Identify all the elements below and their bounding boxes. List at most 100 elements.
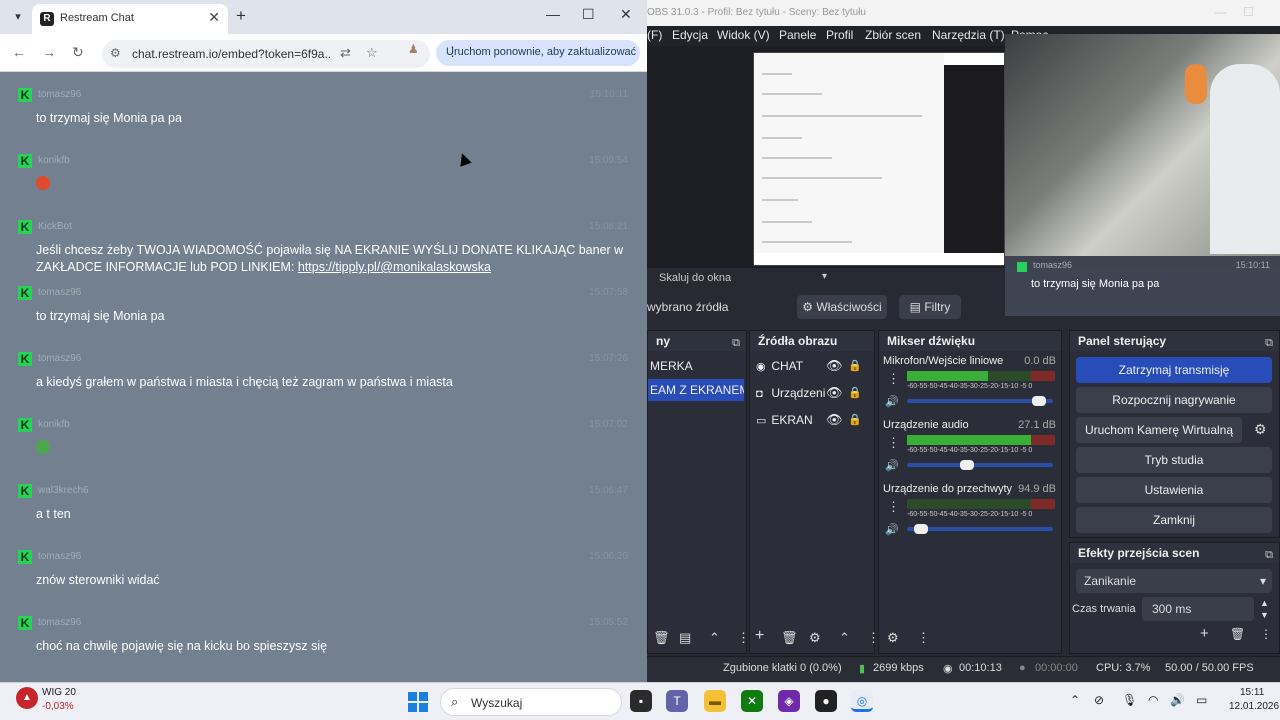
chat-username[interactable]: KickBot (38, 221, 72, 232)
obs-minimize-icon[interactable]: — (1215, 5, 1227, 19)
settings-button[interactable]: Ustawienia (1076, 477, 1272, 503)
scene-menu-icon[interactable]: ⋮ (737, 630, 750, 646)
tray-overflow-icon[interactable]: ⌃ (1070, 693, 1080, 707)
teams-icon[interactable]: T (666, 690, 688, 712)
new-tab-icon[interactable]: + (236, 6, 246, 26)
studio-mode-button[interactable]: Tryb studia (1076, 447, 1272, 473)
source-settings-icon[interactable]: ⚙ (809, 630, 821, 646)
undock-icon[interactable]: ⧉ (1265, 545, 1273, 563)
clock-date[interactable]: 12.01.2026 (1229, 701, 1279, 712)
duration-input[interactable]: 300 ms (1142, 597, 1254, 621)
duration-stepper-icon[interactable]: ▲ ▼ (1260, 597, 1269, 621)
update-button[interactable]: Uruchom ponownie, aby zaktualizować ⋮ (436, 40, 640, 66)
volume-slider[interactable] (907, 460, 1053, 470)
properties-button[interactable]: ⚙ Właściwości (797, 295, 887, 319)
site-info-icon[interactable]: ⚙ (110, 46, 121, 60)
chat-username[interactable]: tomasz96 (38, 551, 81, 562)
mixer-menu-icon[interactable]: ⋮ (917, 630, 930, 646)
chat-username[interactable]: tomasz96 (38, 287, 81, 298)
menu-item[interactable]: Widok (V) (717, 28, 770, 42)
transition-menu-icon[interactable]: ⋮ (1260, 627, 1272, 641)
widget-name[interactable]: WIG 20 (42, 687, 76, 698)
app-icon[interactable]: ◈ (778, 690, 800, 712)
address-bar[interactable]: ⚙ chat.restream.io/embed?token=6f9a... ⇄… (102, 40, 430, 68)
speaker-icon[interactable]: 🔊 (885, 459, 899, 472)
add-transition-icon[interactable]: + (1200, 625, 1209, 642)
chat-username[interactable]: konikfb (38, 155, 70, 166)
menu-item[interactable]: (F) (647, 28, 662, 42)
chat-username[interactable]: tomasz96 (38, 617, 81, 628)
extension-icon[interactable]: ♟ (408, 42, 422, 58)
lock-icon[interactable]: 🔒 (848, 355, 862, 377)
chat-username[interactable]: tomasz96 (38, 89, 81, 100)
source-screen[interactable]: ▭ EKRAN 👁 🔒 (756, 409, 866, 431)
chevron-down-icon[interactable]: ▾ (822, 271, 827, 282)
undock-icon[interactable]: ⧉ (732, 333, 740, 351)
donate-link[interactable]: https://tipply.pl/@monikalaskowska (298, 260, 491, 274)
scene-filter-icon[interactable]: ▤ (679, 630, 691, 646)
tab-search-icon[interactable]: ▾ (8, 8, 28, 26)
reload-icon[interactable]: ↻ (72, 44, 84, 61)
menu-item[interactable]: Profil (826, 28, 853, 42)
chat-username[interactable]: tomasz96 (38, 353, 81, 364)
virtual-camera-gear-icon[interactable]: ⚙ (1254, 421, 1267, 438)
translate-icon[interactable]: ⇄ (340, 45, 351, 61)
menu-item[interactable]: Edycja (672, 28, 708, 42)
scene-item[interactable]: MERKA (648, 355, 744, 377)
undock-icon[interactable]: ⧉ (1265, 333, 1273, 351)
transition-select[interactable]: Zanikanie ▾ (1076, 569, 1272, 593)
volume-knob[interactable] (960, 460, 974, 470)
volume-slider[interactable] (907, 524, 1053, 534)
visibility-eye-icon[interactable]: 👁 (826, 382, 843, 404)
menu-item[interactable]: Panele (779, 28, 816, 42)
xbox-icon[interactable]: ✕ (741, 690, 763, 712)
menu-item[interactable]: Narzędzia (T) (932, 28, 1005, 42)
url-text[interactable]: chat.restream.io/embed?token=6f9a... (132, 47, 330, 61)
channel-menu-icon[interactable]: ⋮ (887, 435, 900, 451)
visibility-eye-icon[interactable]: 👁 (826, 355, 843, 377)
volume-icon[interactable]: 🔊 (1170, 693, 1185, 707)
task-view-icon[interactable]: ▪ (630, 690, 652, 712)
stop-stream-button[interactable]: Zatrzymaj transmisję (1076, 357, 1272, 383)
obs-maximize-icon[interactable]: ☐ (1243, 5, 1254, 19)
network-off-icon[interactable]: ⊘ (1094, 693, 1104, 707)
source-menu-icon[interactable]: ⋮ (867, 630, 880, 646)
lock-icon[interactable]: 🔒 (848, 382, 862, 404)
tab-restream-chat[interactable]: R Restream Chat ✕ (32, 4, 228, 34)
source-chat[interactable]: ◉ CHAT 👁 🔒 (756, 355, 866, 377)
minimize-icon[interactable]: — (546, 6, 560, 22)
obs-icon[interactable]: ● (815, 690, 837, 712)
file-explorer-icon[interactable]: ▬ (704, 690, 726, 712)
scale-select[interactable]: Skaluj do okna (659, 272, 731, 284)
wifi-icon[interactable]: ◠ (1148, 693, 1158, 707)
scene-up-icon[interactable]: ⌃ (709, 630, 720, 646)
chrome-icon[interactable]: ◎ (851, 690, 873, 712)
remove-scene-icon[interactable]: 🗑 (653, 630, 670, 646)
start-recording-button[interactable]: Rozpocznij nagrywanie (1076, 387, 1272, 413)
menu-item[interactable]: Zbiór scen (865, 28, 921, 42)
forward-icon[interactable]: → (42, 44, 56, 60)
chat-username[interactable]: wal3krech6 (38, 485, 89, 496)
source-device[interactable]: ◘ Urządzeni 👁 🔒 (756, 382, 866, 404)
mixer-settings-icon[interactable]: ⚙ (887, 630, 899, 646)
close-tab-icon[interactable]: ✕ (208, 9, 220, 26)
filters-button[interactable]: ▤ Filtry (899, 295, 961, 319)
exit-button[interactable]: Zamknij (1076, 507, 1272, 533)
clock-time[interactable]: 15:11 (1240, 687, 1264, 698)
speaker-icon[interactable]: 🔊 (885, 523, 899, 536)
remove-source-icon[interactable]: 🗑 (781, 630, 798, 646)
remove-transition-icon[interactable]: 🗑 (1230, 627, 1245, 641)
obs-preview[interactable]: tomasz96 15:10:11 to trzymaj się Monia p… (647, 34, 1280, 316)
scene-item-selected[interactable]: EAM Z EKRANEM (648, 379, 744, 401)
maximize-icon[interactable]: ☐ (582, 6, 595, 23)
volume-slider[interactable] (907, 396, 1053, 406)
speaker-icon[interactable]: 🔊 (885, 395, 899, 408)
volume-knob[interactable] (1032, 396, 1046, 406)
browser-menu-icon[interactable]: ⋮ (446, 44, 632, 60)
virtual-camera-button[interactable]: Uruchom Kamerę Wirtualną (1076, 417, 1242, 443)
bookmark-star-icon[interactable]: ☆ (366, 45, 378, 61)
lock-icon[interactable]: 🔒 (848, 409, 862, 431)
channel-menu-icon[interactable]: ⋮ (887, 371, 900, 387)
taskbar-search[interactable]: ⌕ Wyszukaj (440, 688, 622, 716)
chat-feed[interactable]: Ktomasz96 15:10:11 to trzymaj się Monia pa… (0, 72, 647, 682)
